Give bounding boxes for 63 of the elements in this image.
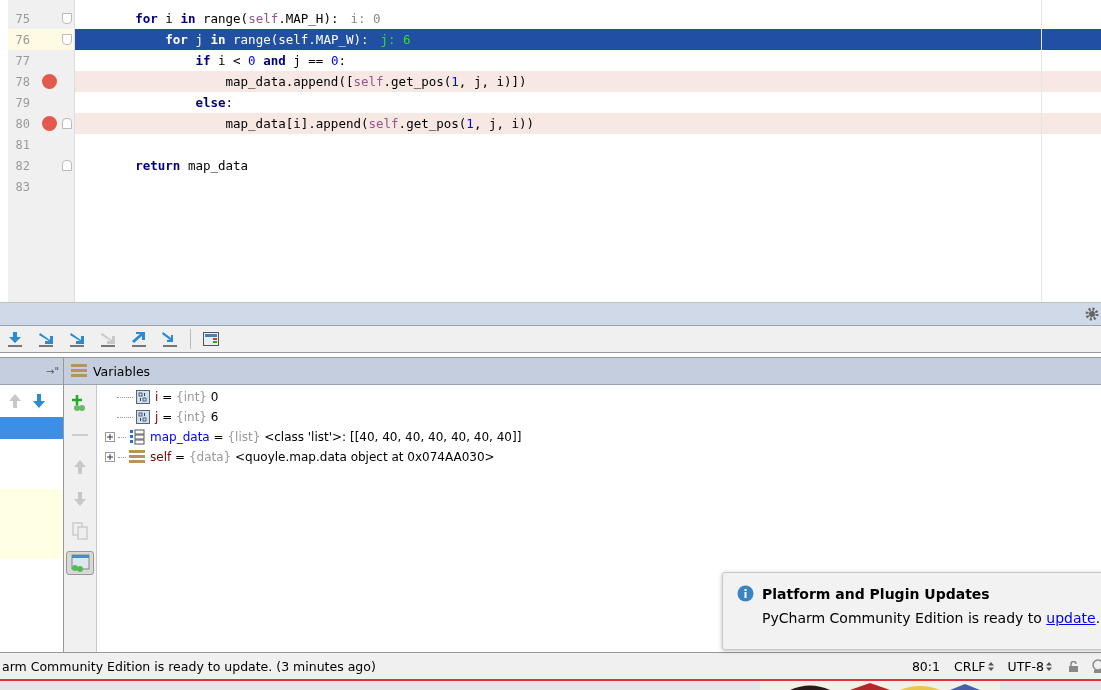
up-down-icon (1046, 661, 1052, 671)
down-arrow-icon[interactable] (32, 393, 46, 409)
step-over-icon (6, 330, 24, 348)
expand-toggle[interactable] (105, 452, 115, 462)
code-line: for i in range(self.MAP_H): (134, 11, 339, 26)
binary-icon (136, 410, 150, 424)
status-message: arm Community Edition is ready to update. (3 minutes ago) (2, 658, 376, 674)
variable-entry[interactable]: i = {int} 0 (155, 390, 219, 404)
breakpoint-icon[interactable] (42, 74, 57, 89)
run-to-cursor-icon (161, 330, 179, 348)
fold-icon[interactable] (62, 34, 72, 45)
step-out-icon (130, 330, 148, 348)
notification-message: PyCharm Community Edition is ready to update. (762, 610, 1101, 626)
pin-icon[interactable]: →" (46, 365, 59, 377)
breakpoint-icon[interactable] (42, 116, 57, 131)
line-number: 83 (14, 179, 30, 194)
notification-title: Platform and Plugin Updates (762, 585, 990, 602)
code-line: return map_data (134, 158, 249, 173)
panel-title: Variables (93, 363, 151, 379)
minus-icon (72, 433, 88, 437)
line-ending-selector[interactable]: CRLF (953, 658, 994, 674)
code-line: map_data[i].append(self.get_pos(1, j, i)) (224, 116, 535, 131)
calculator-icon (203, 332, 219, 346)
inline-value: i: 0 (350, 11, 381, 26)
update-link[interactable]: update (1046, 610, 1096, 626)
lock-icon[interactable] (1068, 660, 1079, 672)
line-number: 80 (14, 116, 30, 131)
code-line: if i < 0 and j == 0: (194, 53, 346, 68)
inline-value: j: 6 (380, 32, 411, 47)
cursor-position[interactable]: 80:1 (911, 658, 940, 674)
variable-entry[interactable]: self = {data} <quoyle.map.data object at 0x074AA030> (150, 450, 495, 464)
line-number: 78 (14, 74, 30, 89)
down-arrow-icon (73, 491, 87, 507)
up-down-icon (987, 661, 994, 671)
watches-toggle-button[interactable] (66, 551, 94, 575)
code-line: for j in range(self.MAP_W): (164, 32, 369, 47)
variable-entry[interactable]: map_data = {list} <class 'list'>: [[40, 40, 40, 40, 40, 40, 40]] (150, 430, 522, 444)
step-into-icon (68, 330, 86, 348)
fold-icon[interactable] (62, 13, 72, 24)
copy-icon (72, 522, 88, 540)
stack-icon (71, 364, 87, 378)
fold-icon[interactable] (62, 118, 72, 129)
info-icon (737, 585, 754, 602)
encoding-selector[interactable]: UTF-8 (1007, 658, 1052, 674)
up-arrow-icon (73, 459, 87, 475)
list-icon (129, 429, 145, 445)
expand-toggle[interactable] (105, 432, 115, 442)
binary-icon (136, 390, 150, 404)
line-number: 79 (14, 95, 30, 110)
line-number: 81 (14, 137, 30, 152)
variable-entry[interactable]: j = {int} 6 (155, 410, 219, 424)
fold-icon[interactable] (62, 160, 72, 171)
line-number: 77 (14, 53, 30, 68)
settings-icon[interactable] (1085, 307, 1099, 321)
code-line: else: (194, 95, 234, 110)
stack-icon (129, 450, 145, 464)
line-number: 76 (14, 32, 30, 47)
watches-icon (70, 554, 90, 572)
code-line: map_data.append([self.get_pos(1, j, i)]) (224, 74, 527, 89)
line-number: 82 (14, 158, 30, 173)
step-into-icon (99, 330, 117, 348)
step-into-icon (37, 330, 55, 348)
line-number: 75 (14, 11, 30, 26)
